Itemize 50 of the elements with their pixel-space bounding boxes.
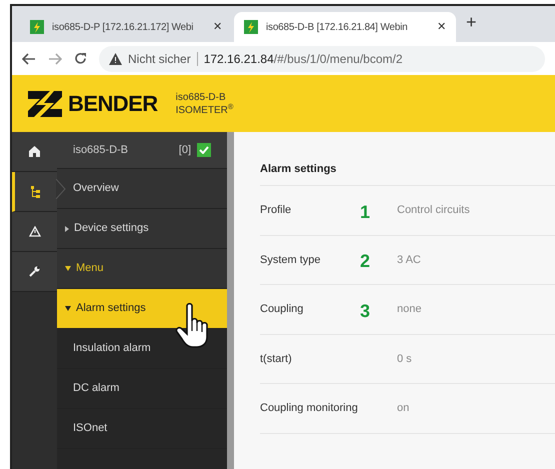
nav-item[interactable]: Insulation alarm bbox=[57, 329, 227, 369]
logo-icon bbox=[28, 90, 62, 116]
brand-name: BENDER bbox=[68, 90, 158, 118]
callout-number: 2 bbox=[360, 250, 372, 274]
address-bar[interactable]: Nicht sicher 172.16.21.84/#/bus/1/0/menu/bcom/2 bbox=[99, 46, 545, 72]
rail-tab[interactable] bbox=[12, 172, 57, 212]
url-text: 172.16.21.84/#/bus/1/0/menu/bcom/2 bbox=[204, 50, 403, 68]
favicon-icon bbox=[30, 20, 44, 34]
collapse-triangle-icon bbox=[65, 266, 71, 271]
menu-group[interactable]: Menu bbox=[57, 249, 227, 289]
expand-triangle-icon bbox=[65, 226, 69, 232]
device-name: iso685-D-B bbox=[73, 142, 130, 158]
nav-item[interactable]: DC alarm bbox=[57, 369, 227, 409]
warning-icon bbox=[28, 226, 40, 237]
device-model: iso685-D-B bbox=[176, 90, 227, 104]
setting-label: Coupling monitoring bbox=[260, 401, 359, 416]
nav-item[interactable]: Overview bbox=[57, 169, 227, 209]
collapse-triangle-icon bbox=[65, 306, 71, 311]
favicon-icon bbox=[244, 20, 258, 34]
product-name: ISOMETER$^{®}$ bbox=[176, 104, 234, 116]
current-page-pointer-icon bbox=[56, 179, 66, 199]
security-label: Nicht sicher bbox=[128, 50, 191, 68]
setting-value: 3 AC bbox=[397, 252, 421, 268]
setting-label: Coupling bbox=[260, 302, 304, 317]
rail-tab[interactable] bbox=[12, 132, 57, 172]
rail-tab[interactable] bbox=[12, 212, 57, 252]
setting-value: 0 s bbox=[397, 352, 412, 366]
setting-value: Control circuits bbox=[397, 203, 470, 218]
setting-label: Profile bbox=[260, 203, 292, 218]
setting-label: t(start) bbox=[260, 352, 293, 366]
setting-value: on bbox=[397, 401, 410, 416]
tree-icon bbox=[31, 186, 41, 198]
browser-tab[interactable]: iso685-D-B [172.16.21.84] Webin ✕ bbox=[234, 12, 456, 42]
close-icon[interactable]: ✕ bbox=[437, 18, 446, 36]
section-title: Alarm settings bbox=[260, 154, 555, 186]
back-icon[interactable] bbox=[22, 52, 36, 64]
warning-icon bbox=[109, 52, 122, 64]
reload-icon[interactable] bbox=[74, 52, 87, 65]
setting-value: none bbox=[397, 302, 422, 317]
callout-number: 3 bbox=[360, 300, 372, 323]
alarm-count: [0] bbox=[178, 142, 191, 158]
callout-number: 1 bbox=[360, 200, 372, 224]
nav-item[interactable]: Device settings bbox=[57, 209, 227, 249]
home-icon bbox=[29, 146, 40, 157]
nav-item[interactable]: ISOnet bbox=[57, 409, 227, 449]
setting-label: System type bbox=[260, 252, 322, 268]
close-icon[interactable]: ✕ bbox=[213, 18, 222, 36]
wrench-icon bbox=[29, 266, 40, 277]
new-tab-button[interactable]: + bbox=[466, 9, 477, 36]
hand-cursor-icon bbox=[175, 303, 209, 349]
